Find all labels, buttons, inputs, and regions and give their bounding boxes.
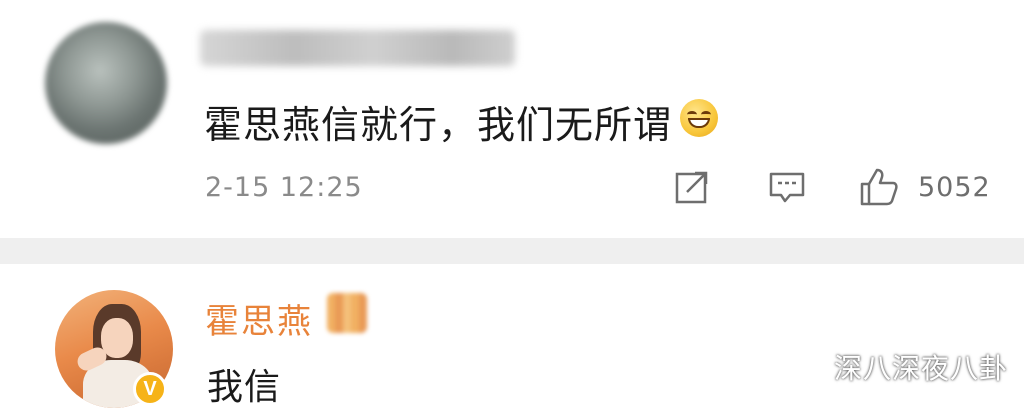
comment-text: 我信	[207, 367, 282, 408]
watermark: 深八深夜八卦	[788, 347, 1008, 387]
comment-text: 霍思燕信就行，我们无所谓	[204, 103, 673, 147]
share-icon[interactable]	[673, 168, 711, 206]
divider	[0, 238, 1024, 264]
watermark-text: 深八深夜八卦	[834, 352, 1009, 385]
like-count[interactable]: 5052	[918, 172, 991, 203]
verified-badge-icon: V	[133, 372, 167, 406]
comment-timestamp: 2-15 12:25	[205, 172, 363, 203]
thumbs-up-icon[interactable]	[858, 166, 900, 208]
username[interactable]: 霍思燕	[205, 294, 313, 343]
grinning-emoji-icon	[680, 99, 718, 137]
comment-item: 霍思燕信就行，我们无所谓 2-15 12:25 5052	[0, 0, 1024, 238]
avatar[interactable]	[45, 22, 167, 144]
member-badge-icon	[327, 293, 367, 333]
comment-icon[interactable]	[768, 168, 806, 206]
wechat-icon	[788, 351, 827, 382]
weibo-comment-thread: 霍思燕信就行，我们无所谓 2-15 12:25 5052 V 霍思燕 我信 深八…	[0, 0, 1024, 412]
username-blurred	[200, 30, 515, 66]
